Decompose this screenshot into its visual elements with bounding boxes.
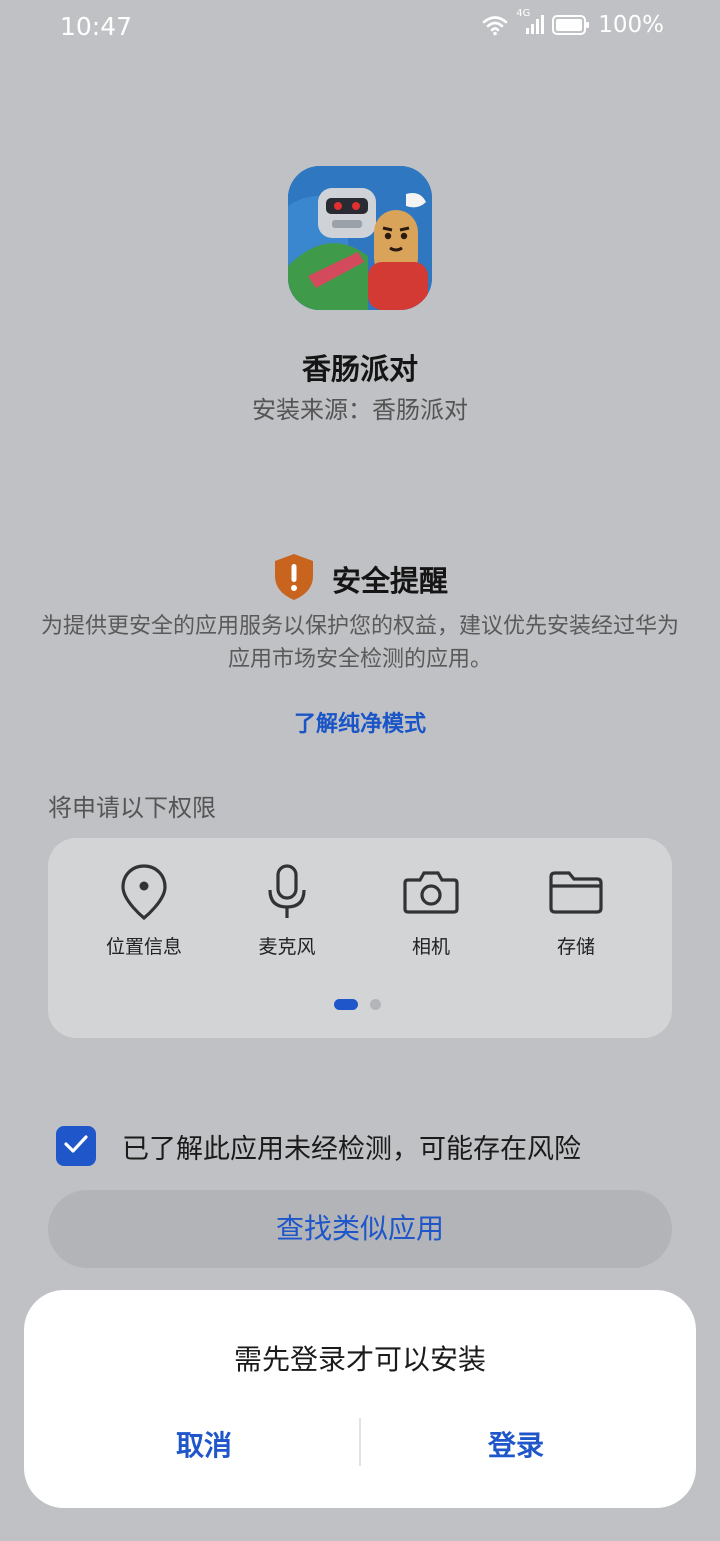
status-time: 10:47 — [60, 12, 133, 41]
learn-pure-mode-link[interactable]: 了解纯净模式 — [0, 706, 720, 738]
security-header: 安全提醒 — [0, 552, 720, 606]
microphone-icon — [222, 862, 352, 922]
security-description: 为提供更安全的应用服务以保护您的权益，建议优先安装经过华为应用市场安全检测的应用… — [40, 614, 679, 672]
find-similar-apps-button[interactable]: 查找类似应用 — [48, 1190, 672, 1268]
permission-location: 位置信息 — [79, 862, 209, 959]
checkmark-icon — [63, 1134, 89, 1158]
security-title: 安全提醒 — [331, 564, 448, 598]
network-type: 4G — [516, 8, 531, 19]
acknowledge-row[interactable]: 已了解此应用未经检测，可能存在风险 — [56, 1126, 581, 1166]
page-indicator — [334, 999, 381, 1010]
permissions-heading: 将申请以下权限 — [48, 794, 216, 822]
location-pin-icon — [79, 862, 209, 922]
login-required-dialog: 需先登录才可以安装 取消 登录 — [24, 1290, 696, 1508]
dialog-message: 需先登录才可以安装 — [233, 1343, 486, 1376]
camera-icon — [366, 862, 496, 922]
permission-label: 存储 — [556, 936, 595, 958]
status-icons: 4G 100% — [482, 8, 664, 38]
shield-warning-icon — [272, 552, 316, 606]
permissions-card[interactable]: 位置信息 麦克风 相机 存储 — [48, 838, 672, 1038]
app-name: 香肠派对 — [301, 352, 418, 386]
permission-microphone: 麦克风 — [222, 862, 352, 959]
page-dot — [370, 999, 381, 1010]
dialog-divider — [359, 1418, 361, 1466]
login-button[interactable]: 登录 — [406, 1418, 626, 1474]
cancel-button[interactable]: 取消 — [94, 1418, 314, 1474]
acknowledge-label: 已了解此应用未经检测，可能存在风险 — [122, 1133, 581, 1165]
battery-icon — [552, 14, 590, 36]
permission-label: 相机 — [411, 936, 450, 958]
acknowledge-checkbox[interactable] — [56, 1126, 96, 1166]
battery-level: 100% — [598, 12, 664, 38]
cellular-signal-icon: 4G — [516, 8, 545, 36]
page-dot-active — [334, 999, 358, 1010]
permission-label: 位置信息 — [105, 936, 182, 958]
permission-storage: 存储 — [511, 862, 641, 959]
folder-icon — [511, 862, 641, 922]
permission-label: 麦克风 — [258, 936, 316, 958]
app-source: 安装来源：香肠派对 — [252, 396, 468, 424]
wifi-icon — [482, 14, 508, 36]
status-bar: 10:47 4G 100% — [0, 0, 720, 56]
permission-camera: 相机 — [366, 862, 496, 959]
app-icon — [288, 166, 432, 310]
